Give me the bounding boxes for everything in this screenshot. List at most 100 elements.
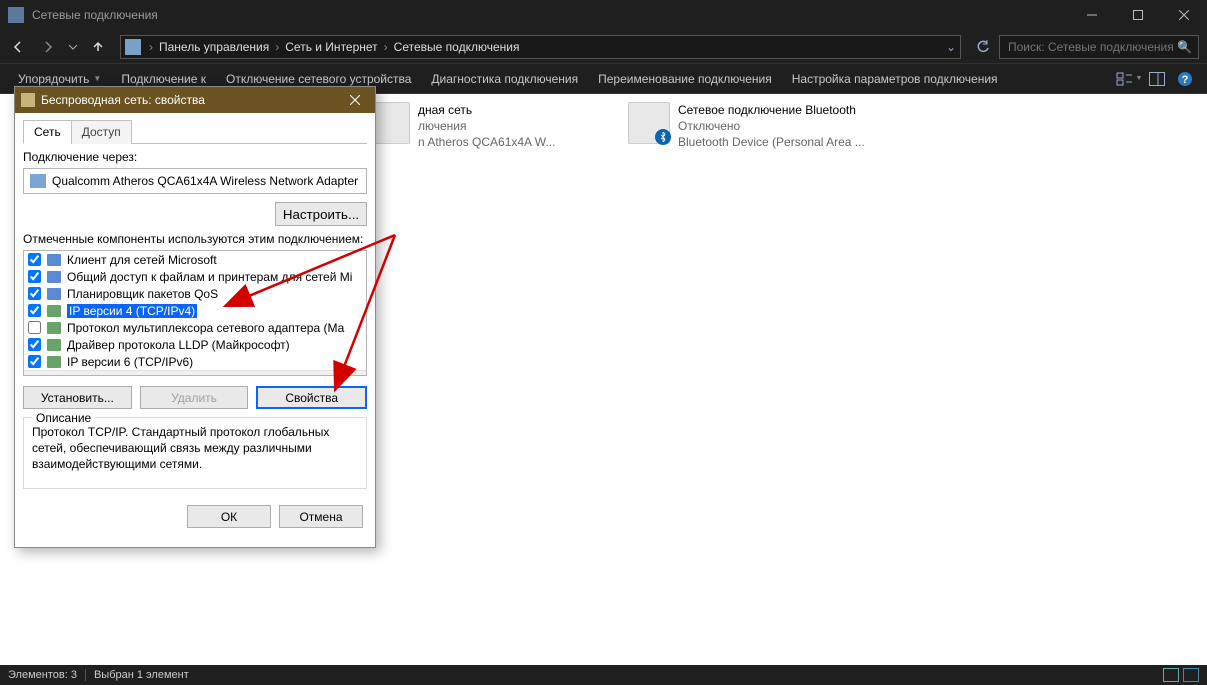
connection-name: дная сеть xyxy=(418,102,555,118)
component-label: Общий доступ к файлам и принтерам для се… xyxy=(67,270,352,284)
view-details-button[interactable] xyxy=(1163,668,1179,682)
chevron-right-icon: › xyxy=(384,40,388,54)
component-icon xyxy=(47,288,61,300)
component-icon xyxy=(47,254,61,266)
up-button[interactable] xyxy=(84,33,112,61)
status-item-count: Элементов: 3 xyxy=(8,669,77,681)
component-row[interactable]: IP версии 6 (TCP/IPv6) xyxy=(24,353,366,370)
adapter-icon xyxy=(30,174,46,188)
component-row[interactable]: Драйвер протокола LLDP (Майкрософт) xyxy=(24,336,366,353)
horizontal-scrollbar[interactable]: ◄ ► xyxy=(24,370,366,376)
toolbar-diagnose[interactable]: Диагностика подключения xyxy=(421,64,588,94)
component-checkbox[interactable] xyxy=(28,253,41,266)
connection-name: Сетевое подключение Bluetooth xyxy=(678,102,865,118)
app-icon xyxy=(8,7,24,23)
cancel-button[interactable]: Отмена xyxy=(279,505,363,528)
close-button[interactable] xyxy=(1161,0,1207,30)
component-label: Протокол мультиплексора сетевого адаптер… xyxy=(67,321,344,335)
network-adapter-icon xyxy=(628,102,670,144)
window-title: Сетевые подключения xyxy=(32,8,1069,22)
view-large-button[interactable] xyxy=(1183,668,1199,682)
svg-text:?: ? xyxy=(1182,74,1189,86)
scroll-right-icon[interactable]: ► xyxy=(350,371,366,376)
wifi-icon xyxy=(21,93,35,107)
dialog-title: Беспроводная сеть: свойства xyxy=(41,93,341,107)
component-icon xyxy=(47,339,61,351)
titlebar: Сетевые подключения xyxy=(0,0,1207,30)
description-box: Описание Протокол TCP/IP. Стандартный пр… xyxy=(23,417,367,489)
components-label: Отмеченные компоненты используются этим … xyxy=(23,232,367,246)
component-checkbox[interactable] xyxy=(28,270,41,283)
history-dropdown[interactable] xyxy=(64,33,82,61)
scroll-left-icon[interactable]: ◄ xyxy=(24,371,40,376)
search-box[interactable]: 🔍 xyxy=(999,35,1199,59)
view-options-button[interactable]: ▼ xyxy=(1115,65,1143,93)
back-button[interactable] xyxy=(4,33,32,61)
dialog-titlebar[interactable]: Беспроводная сеть: свойства xyxy=(15,87,375,113)
connect-via-label: Подключение через: xyxy=(23,150,367,164)
tab-network[interactable]: Сеть xyxy=(23,120,72,144)
component-row[interactable]: Общий доступ к файлам и принтерам для се… xyxy=(24,268,366,285)
component-checkbox[interactable] xyxy=(28,355,41,368)
minimize-button[interactable] xyxy=(1069,0,1115,30)
chevron-down-icon: ▼ xyxy=(93,74,101,83)
forward-button[interactable] xyxy=(34,33,62,61)
component-checkbox[interactable] xyxy=(28,338,41,351)
connection-device: Bluetooth Device (Personal Area ... xyxy=(678,134,865,150)
component-row[interactable]: IP версии 4 (TCP/IPv4) xyxy=(24,302,366,319)
adapter-field: Qualcomm Atheros QCA61x4A Wireless Netwo… xyxy=(23,168,367,194)
connection-item[interactable]: дная сеть лючения n Atheros QCA61x4A W..… xyxy=(368,102,608,151)
configure-button[interactable]: Настроить... xyxy=(275,202,367,226)
connection-device: n Atheros QCA61x4A W... xyxy=(418,134,555,150)
component-row[interactable]: Клиент для сетей Microsoft xyxy=(24,251,366,268)
connection-status: лючения xyxy=(418,118,555,134)
properties-dialog: Беспроводная сеть: свойства Сеть Доступ … xyxy=(14,86,376,548)
component-icon xyxy=(47,322,61,334)
connection-status: Отключено xyxy=(678,118,865,134)
component-checkbox[interactable] xyxy=(28,287,41,300)
component-icon xyxy=(47,271,61,283)
status-selected-count: Выбран 1 элемент xyxy=(94,669,189,681)
refresh-button[interactable] xyxy=(969,33,997,61)
dialog-close-button[interactable] xyxy=(341,89,369,111)
location-icon xyxy=(125,39,141,55)
maximize-button[interactable] xyxy=(1115,0,1161,30)
component-checkbox[interactable] xyxy=(28,304,41,317)
bluetooth-icon xyxy=(655,129,671,145)
component-icon xyxy=(47,305,61,317)
component-icon xyxy=(47,356,61,368)
description-text: Протокол TCP/IP. Стандартный протокол гл… xyxy=(32,425,329,471)
component-label: Планировщик пакетов QoS xyxy=(67,287,218,301)
tab-access[interactable]: Доступ xyxy=(71,120,132,144)
toolbar-rename[interactable]: Переименование подключения xyxy=(588,64,782,94)
preview-pane-button[interactable] xyxy=(1143,65,1171,93)
chevron-right-icon: › xyxy=(149,40,153,54)
component-checkbox[interactable] xyxy=(28,321,41,334)
breadcrumb-item[interactable]: Сеть и Интернет xyxy=(285,40,377,54)
help-button[interactable]: ? xyxy=(1171,65,1199,93)
connection-item[interactable]: Сетевое подключение Bluetooth Отключено … xyxy=(628,102,868,151)
components-list[interactable]: Клиент для сетей Microsoft Общий доступ к… xyxy=(23,250,367,376)
component-row[interactable]: Планировщик пакетов QoS xyxy=(24,285,366,302)
component-label: IP версии 6 (TCP/IPv6) xyxy=(67,355,193,369)
toolbar-settings[interactable]: Настройка параметров подключения xyxy=(782,64,1008,94)
properties-button[interactable]: Свойства xyxy=(256,386,367,409)
breadcrumb[interactable]: › Панель управления › Сеть и Интернет › … xyxy=(120,35,961,59)
dialog-tabs: Сеть Доступ xyxy=(23,119,367,144)
install-button[interactable]: Установить... xyxy=(23,386,132,409)
adapter-name: Qualcomm Atheros QCA61x4A Wireless Netwo… xyxy=(52,174,358,188)
breadcrumb-item[interactable]: Панель управления xyxy=(159,40,269,54)
component-label: IP версии 4 (TCP/IPv4) xyxy=(67,304,197,318)
search-input[interactable] xyxy=(1006,39,1177,55)
refresh-dropdown[interactable]: ⌄ xyxy=(946,40,956,54)
ok-button[interactable]: ОК xyxy=(187,505,271,528)
statusbar: Элементов: 3 Выбран 1 элемент xyxy=(0,665,1207,685)
component-label: Клиент для сетей Microsoft xyxy=(67,253,217,267)
component-label: Драйвер протокола LLDP (Майкрософт) xyxy=(67,338,290,352)
component-row[interactable]: Протокол мультиплексора сетевого адаптер… xyxy=(24,319,366,336)
chevron-down-icon: ▼ xyxy=(1136,75,1143,82)
search-icon: 🔍 xyxy=(1177,40,1192,54)
description-label: Описание xyxy=(32,410,95,426)
breadcrumb-item[interactable]: Сетевые подключения xyxy=(394,40,520,54)
chevron-right-icon: › xyxy=(275,40,279,54)
